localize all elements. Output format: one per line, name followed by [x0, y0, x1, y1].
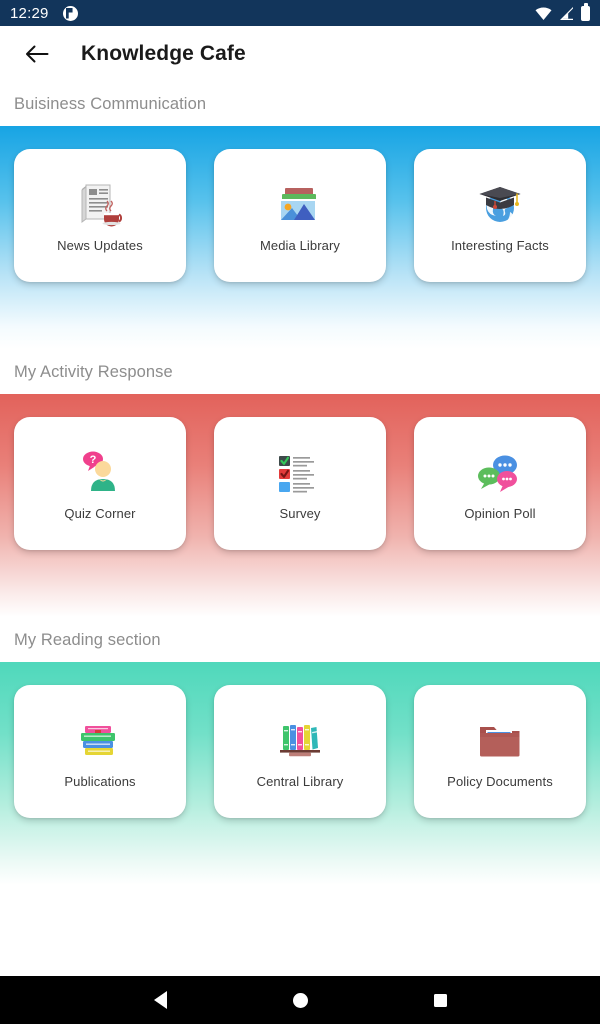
card-quiz-corner[interactable]: ? Quiz Corner [14, 417, 186, 550]
notification-circle-icon [62, 5, 78, 21]
card-news-updates[interactable]: News Updates [14, 149, 186, 282]
status-bar-system-icons [535, 3, 590, 21]
card-label: Quiz Corner [64, 506, 136, 521]
card-label: News Updates [57, 238, 143, 253]
section-band-activity: ? Quiz Corner Survey Opinion Poll [0, 394, 600, 617]
person-question-bubble-icon: ? [77, 446, 123, 500]
main-content: Buisiness Communication News Updates Med… [0, 81, 600, 976]
card-central-library[interactable]: Central Library [214, 685, 386, 818]
app-bar: Knowledge Cafe [0, 26, 600, 81]
section-title-reading: My Reading section [0, 617, 600, 662]
checklist-icon [277, 446, 323, 500]
folder-documents-icon [477, 714, 523, 768]
globe-graduation-cap-icon [477, 178, 523, 232]
svg-text:?: ? [90, 454, 97, 466]
nav-recents-button[interactable] [423, 983, 457, 1017]
card-label: Media Library [259, 238, 341, 253]
section-title-activity: My Activity Response [0, 349, 600, 394]
status-bar-clock: 12:29 [10, 4, 49, 22]
cell-signal-icon [560, 6, 573, 20]
app-root: 12:29 Knowledge Cafe Buisiness Communica… [0, 0, 600, 1024]
card-label: Policy Documents [447, 774, 553, 789]
section-band-reading: Publications Central Library Policy Docu… [0, 662, 600, 885]
card-policy-documents[interactable]: Policy Documents [414, 685, 586, 818]
card-label: Central Library [256, 774, 344, 789]
card-interesting-facts[interactable]: Interesting Facts [414, 149, 586, 282]
card-label: Opinion Poll [464, 506, 536, 521]
page-title: Knowledge Cafe [81, 41, 246, 65]
bookshelf-icon [275, 714, 325, 768]
newspaper-coffee-icon [74, 178, 126, 232]
photo-stack-icon [276, 178, 324, 232]
section-title-business: Buisiness Communication [0, 81, 600, 126]
status-bar: 12:29 [0, 0, 600, 26]
card-label: Publications [64, 774, 136, 789]
back-arrow-icon [26, 45, 49, 62]
wifi-icon [535, 6, 552, 20]
speech-bubbles-icon [475, 446, 525, 500]
nav-home-button[interactable] [283, 983, 317, 1017]
card-publications[interactable]: Publications [14, 685, 186, 818]
back-button[interactable] [20, 37, 54, 71]
card-survey[interactable]: Survey [214, 417, 386, 550]
book-stack-icon [75, 714, 125, 768]
card-opinion-poll[interactable]: Opinion Poll [414, 417, 586, 550]
recents-square-icon [433, 993, 447, 1007]
card-media-library[interactable]: Media Library [214, 149, 386, 282]
home-circle-icon [292, 992, 308, 1008]
card-label: Survey [279, 506, 321, 521]
back-triangle-icon [153, 991, 167, 1009]
battery-full-icon [581, 3, 590, 21]
section-band-business: News Updates Media Library Interesting F… [0, 126, 600, 349]
android-nav-bar [0, 976, 600, 1024]
status-bar-notifications [62, 5, 78, 21]
nav-back-button[interactable] [143, 983, 177, 1017]
card-label: Interesting Facts [451, 238, 549, 253]
